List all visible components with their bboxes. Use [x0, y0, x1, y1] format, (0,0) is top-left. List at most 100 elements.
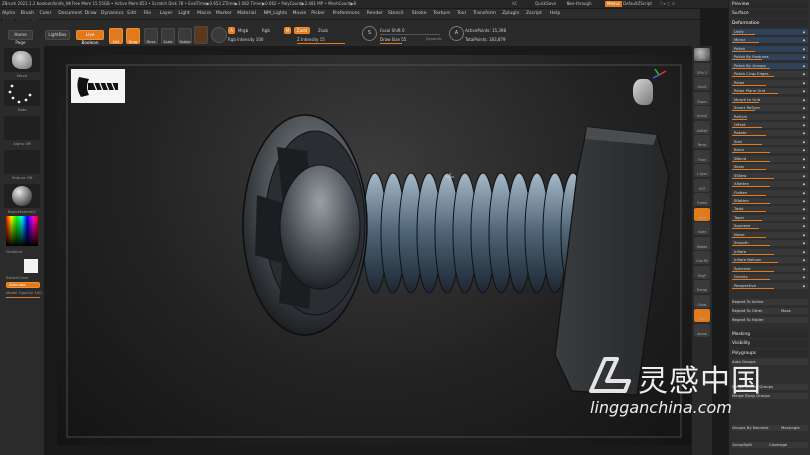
scale-button[interactable]: Scale: [161, 28, 175, 44]
axis-toggle-icon[interactable]: ◆: [803, 63, 805, 69]
default-zscript[interactable]: DefaultZScript: [623, 0, 652, 8]
model-opacity-slider[interactable]: Model Opacity 100: [6, 290, 50, 295]
axis-toggle-icon[interactable]: ◆: [803, 147, 805, 153]
menu-macro[interactable]: Macro: [197, 9, 211, 19]
mrgb-button[interactable]: Mrgb: [238, 28, 248, 33]
rotate-button[interactable]: Rotate: [178, 28, 192, 44]
shelf-move-button[interactable]: Move: [694, 207, 710, 221]
shelf-zoom-button[interactable]: Zoom: [694, 91, 710, 105]
dynamic-toggle[interactable]: Dynamic: [426, 37, 442, 41]
shelf-polyf-button[interactable]: PolyF: [694, 265, 710, 279]
menu-light[interactable]: Light: [178, 9, 189, 19]
deformation-unify-slider[interactable]: Unify ◆: [732, 29, 808, 35]
deformation-relax-plane-grid-slider[interactable]: Relax Plane Grid ◆: [732, 88, 808, 95]
max-angle-slider[interactable]: MaxAngle: [781, 425, 807, 431]
shelf-scroll-button[interactable]: Scroll: [694, 77, 710, 90]
axis-toggle-icon[interactable]: ◆: [803, 46, 805, 52]
menu-movie[interactable]: Movie: [293, 9, 307, 19]
shelf-xpose-button[interactable]: Xpose: [694, 323, 710, 337]
home-page-button[interactable]: Home Page: [8, 30, 33, 45]
shelf-rotate-button[interactable]: Rotate: [694, 236, 710, 250]
shelf-solo-button[interactable]: Solo: [694, 309, 710, 322]
deformation-offset-slider[interactable]: Offset ◆: [732, 121, 808, 128]
deformation-polish-slider[interactable]: Polish ◆: [732, 45, 808, 52]
menu-color[interactable]: Color: [40, 9, 52, 19]
z-intensity-slider[interactable]: Z Intensity 15: [297, 37, 325, 42]
menu-render[interactable]: Render: [367, 9, 383, 19]
brush-thumbnail-icon[interactable]: [194, 26, 208, 44]
deformation-smart-resym-slider[interactable]: Smart ReSym ◆: [732, 105, 808, 112]
deformation-morph-to-grid-slider[interactable]: Morph to Grid ◆: [732, 96, 808, 103]
repeat-to-folder-button[interactable]: Repeat To Folder: [732, 317, 808, 323]
axis-toggle-icon[interactable]: ◆: [803, 223, 805, 229]
rgb-button[interactable]: Rgb: [262, 28, 270, 33]
switch-color-label[interactable]: SwitchColor: [6, 275, 50, 280]
menu-transform[interactable]: Transform: [473, 9, 496, 19]
deformation-sskew-slider[interactable]: SSkew ◆: [732, 172, 808, 179]
shelf-line-fill-button[interactable]: Line Fill: [694, 251, 710, 264]
head-navigation-icon[interactable]: [633, 79, 653, 105]
axis-toggle-icon[interactable]: ◆: [803, 37, 805, 43]
deformation-aflatten-slider[interactable]: Aflatten ◆: [732, 181, 808, 188]
shelf-l-sym-button[interactable]: L.Sym: [694, 164, 710, 177]
axis-toggle-icon[interactable]: ◆: [803, 190, 805, 196]
axis-toggle-icon[interactable]: ◆: [803, 71, 805, 77]
deformation-spherize-slider[interactable]: Spherize ◆: [732, 265, 808, 272]
brush-thumbnail[interactable]: [4, 48, 40, 72]
deformation-sbend-slider[interactable]: SBend ◆: [732, 155, 808, 162]
menu-nm-lights[interactable]: NM_Lights: [264, 9, 288, 19]
deformation-relax-slider[interactable]: Relax ◆: [732, 79, 808, 86]
m-toggle[interactable]: M: [284, 27, 291, 34]
menu-draw[interactable]: Draw: [85, 9, 97, 19]
menu-alpha[interactable]: Alpha: [2, 9, 15, 19]
mask-toggle[interactable]: Mask: [781, 308, 807, 314]
axis-gizmo-icon[interactable]: [651, 67, 667, 81]
visibility-header[interactable]: Visibility: [732, 340, 808, 347]
masking-header[interactable]: Masking: [732, 331, 808, 338]
menu-help[interactable]: Help: [550, 9, 560, 19]
axis-toggle-icon[interactable]: ◆: [803, 130, 805, 136]
menu-brush[interactable]: Brush: [21, 9, 34, 19]
focal-shift-slider[interactable]: Focal Shift 0: [380, 28, 405, 33]
deformation-flatten-slider[interactable]: Flatten ◆: [732, 189, 808, 196]
deformation-polish-crisp-edges-slider[interactable]: Polish Crisp Edges ◆: [732, 71, 808, 78]
menu-material[interactable]: Material: [237, 9, 256, 19]
move-button[interactable]: Move: [144, 28, 158, 44]
a-icon[interactable]: A: [449, 26, 464, 41]
shelf-transp-button[interactable]: Transp: [694, 280, 710, 293]
menu-picker[interactable]: Picker: [311, 9, 325, 19]
axis-toggle-icon[interactable]: ◆: [803, 206, 805, 212]
draw-button[interactable]: Draw: [126, 28, 140, 44]
deformation-sflatten-slider[interactable]: Sflatten ◆: [732, 198, 808, 204]
deformation-polish-by-groups-slider[interactable]: Polish By Groups ◆: [732, 62, 808, 69]
axis-toggle-icon[interactable]: ◆: [803, 232, 805, 238]
axis-toggle-icon[interactable]: ◆: [803, 80, 805, 86]
axis-toggle-icon[interactable]: ◆: [803, 122, 805, 128]
repeat-to-active-button[interactable]: Repeat To Active: [732, 299, 808, 305]
shelf-spix-3-button[interactable]: SPix 3: [694, 62, 710, 76]
window-controls-icon[interactable]: ? ▾ ▢ ✕: [660, 0, 675, 8]
menu-stencil[interactable]: Stencil: [388, 9, 404, 19]
menu-layer[interactable]: Layer: [160, 9, 173, 19]
a-toggle[interactable]: A: [228, 27, 235, 34]
quicksave-button[interactable]: QuickSave: [535, 0, 556, 8]
draw-size-slider[interactable]: Draw Size 55: [380, 37, 406, 42]
axis-toggle-icon[interactable]: ◆: [803, 29, 805, 35]
axis-toggle-icon[interactable]: ◆: [803, 54, 805, 60]
s-icon[interactable]: S: [362, 26, 377, 41]
axis-toggle-icon[interactable]: ◆: [803, 164, 805, 170]
material-thumbnail[interactable]: [4, 184, 40, 208]
deformation-skew-slider[interactable]: Skew ◆: [732, 164, 808, 171]
edit-button[interactable]: Edit: [109, 28, 123, 44]
menu-dynamics[interactable]: Dynamics: [101, 9, 124, 19]
deformation-inflate-balloon-slider[interactable]: Inflate Balloon ◆: [732, 257, 808, 264]
menus-toggle[interactable]: Menus: [605, 1, 623, 7]
menu-document[interactable]: Document: [58, 9, 82, 19]
axis-toggle-icon[interactable]: ◆: [803, 88, 805, 94]
sphere-icon[interactable]: [211, 27, 227, 43]
deformation-inflate-slider[interactable]: Inflate ◆: [732, 248, 808, 255]
shelf-ghost-button[interactable]: Ghost: [694, 294, 710, 308]
shelf-persp-button[interactable]: Persp: [694, 135, 710, 148]
main-color-swatch[interactable]: [24, 259, 38, 273]
stroke-thumbnail[interactable]: [4, 80, 40, 106]
